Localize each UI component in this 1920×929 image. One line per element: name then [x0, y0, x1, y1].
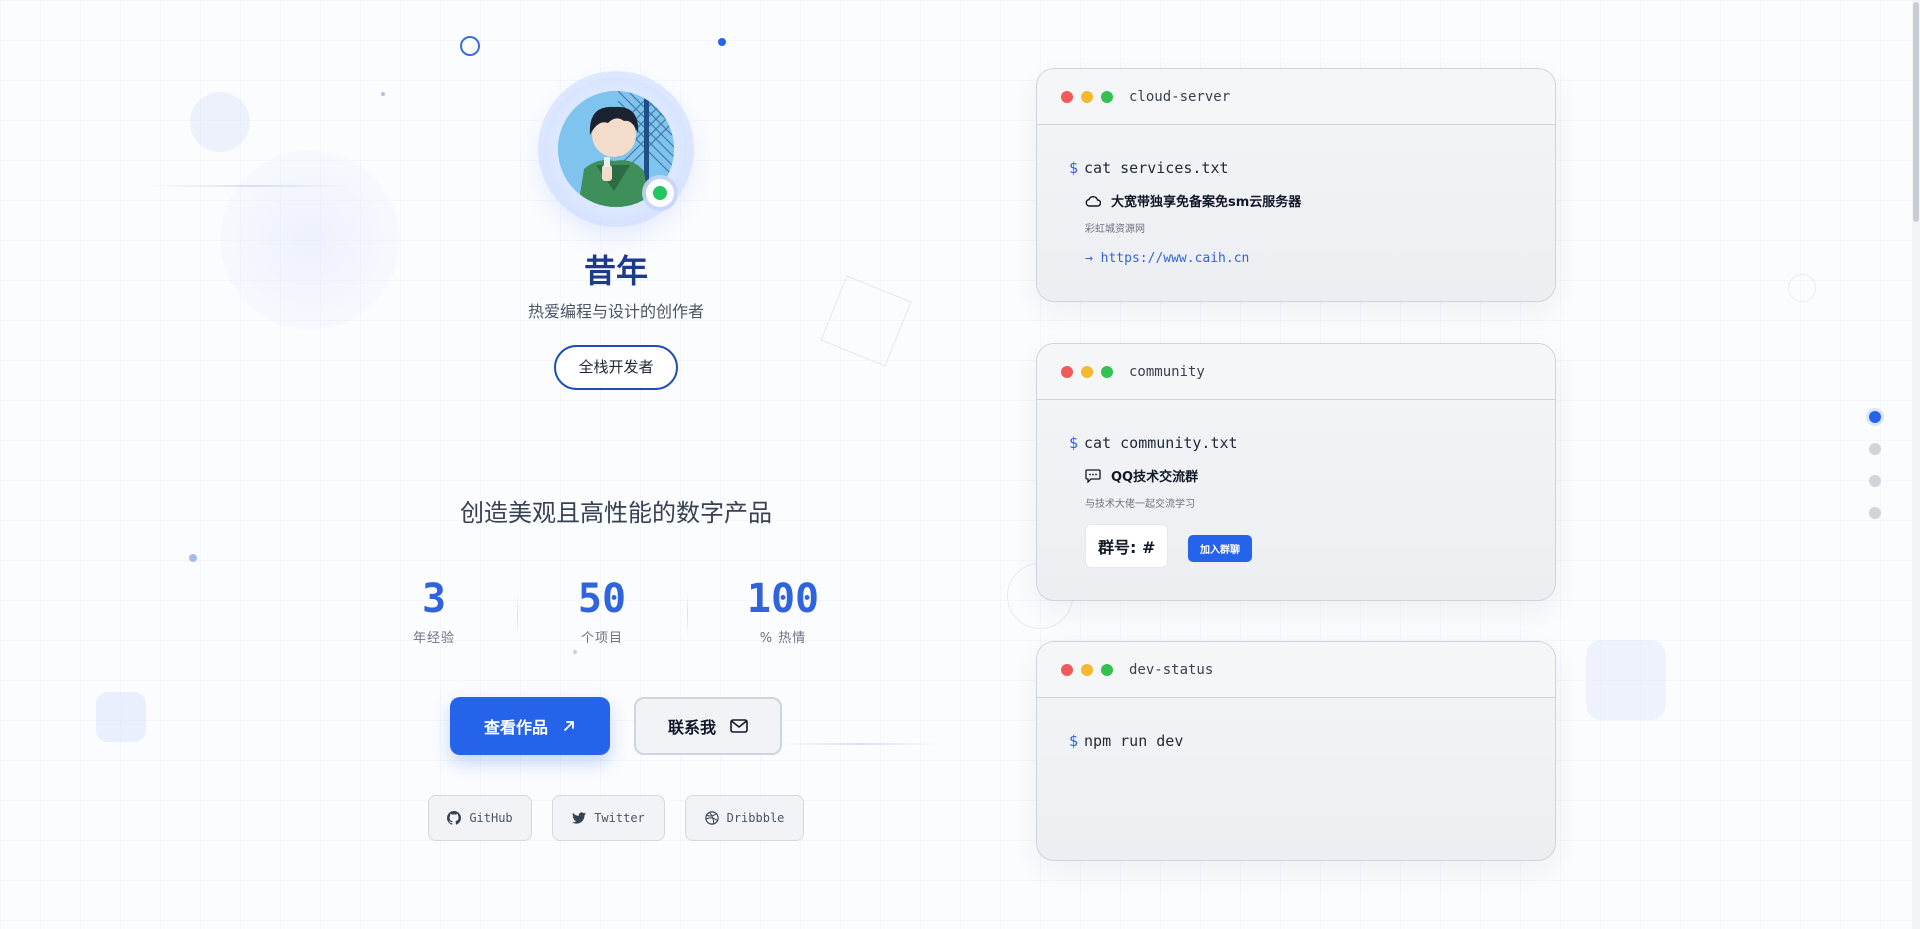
prompt-symbol: $ — [1069, 159, 1079, 177]
online-status-icon — [646, 179, 674, 207]
chat-bubble-icon — [1085, 468, 1101, 483]
stat-value: 100 — [746, 576, 820, 622]
cloud-server-terminal: cloud-server $ cat services.txt 大宽带独享免备案免… — [1036, 68, 1556, 302]
profile-tagline: 热爱编程与设计的创作者 — [527, 302, 704, 321]
qq-group-subtitle: 与技术大佬一起交流学习 — [1085, 499, 1195, 510]
terminal-command: cat community.txt — [1084, 434, 1238, 452]
join-group-button[interactable]: 加入群聊 — [1188, 535, 1253, 562]
section-dot-2[interactable] — [1869, 443, 1881, 455]
minimize-dot-icon[interactable] — [1081, 663, 1093, 676]
contact-me-button[interactable]: 联系我 — [634, 697, 782, 755]
link-arrow-icon: → — [1085, 251, 1093, 266]
maximize-dot-icon[interactable] — [1101, 663, 1113, 676]
arrow-up-right-icon — [564, 721, 574, 731]
profile-name: 昔年 — [583, 252, 648, 290]
service-subtitle: 彩虹城资源网 — [1085, 224, 1145, 235]
terminal-command: npm run dev — [1084, 732, 1184, 750]
terminal-title: community — [1129, 363, 1205, 380]
close-dot-icon[interactable] — [1061, 663, 1073, 676]
stat-label: 年经验 — [412, 631, 455, 646]
prompt-symbol: $ — [1069, 434, 1079, 452]
close-dot-icon[interactable] — [1061, 365, 1073, 378]
mail-icon — [730, 719, 748, 733]
stat-label: % 热情 — [759, 631, 807, 646]
section-dot-1[interactable] — [1869, 411, 1881, 423]
view-works-label: 查看作品 — [483, 718, 548, 737]
terminal-command-line: $ npm run dev — [1069, 732, 1523, 750]
terminal-header: community — [1037, 344, 1555, 400]
service-link[interactable]: → https://www.caih.cn — [1085, 251, 1523, 266]
section-dot-3[interactable] — [1869, 475, 1881, 487]
qq-group-title-row: QQ技术交流群 — [1085, 466, 1523, 485]
qq-group-title: QQ技术交流群 — [1111, 470, 1199, 485]
contact-me-label: 联系我 — [667, 718, 716, 737]
minimize-dot-icon[interactable] — [1081, 365, 1093, 378]
terminal-command-line: $ cat community.txt — [1069, 434, 1523, 452]
dribbble-link[interactable]: Dribbble — [685, 795, 804, 841]
stat-value: 50 — [577, 576, 627, 622]
twitter-link[interactable]: Twitter — [552, 795, 665, 841]
github-icon — [447, 811, 462, 825]
stat-label: 个项目 — [580, 631, 623, 646]
service-title: 大宽带独享免备案免sm云服务器 — [1111, 195, 1302, 210]
github-label: GitHub — [469, 811, 513, 825]
terminal-title: cloud-server — [1129, 88, 1231, 105]
twitter-label: Twitter — [594, 811, 645, 825]
service-url[interactable]: https://www.caih.cn — [1101, 251, 1250, 266]
cloud-icon — [1085, 195, 1101, 207]
view-works-button[interactable]: 查看作品 — [450, 697, 610, 755]
service-title-row: 大宽带独享免备案免sm云服务器 — [1085, 191, 1523, 210]
maximize-dot-icon[interactable] — [1101, 365, 1113, 378]
stat-projects: 50 个项目 — [562, 577, 642, 646]
prompt-symbol: $ — [1069, 732, 1079, 750]
avatar-frame — [544, 77, 688, 221]
group-number: 群号: # — [1085, 524, 1169, 568]
dribbble-icon — [704, 811, 719, 825]
stat-years: 3 年经验 — [394, 577, 474, 646]
terminal-header: cloud-server — [1037, 69, 1555, 125]
github-link[interactable]: GitHub — [428, 795, 532, 841]
scrollbar[interactable] — [1912, 0, 1920, 929]
scrollbar-thumb[interactable] — [1913, 2, 1919, 222]
stat-passion: 100 % 热情 — [738, 577, 828, 646]
terminal-header: dev-status — [1037, 642, 1555, 698]
role-badge: 全栈开发者 — [554, 345, 678, 390]
dev-status-terminal: dev-status $ npm run dev — [1036, 641, 1556, 861]
stat-divider — [517, 590, 518, 638]
section-dot-4[interactable] — [1869, 507, 1881, 519]
terminal-title: dev-status — [1129, 661, 1214, 678]
minimize-dot-icon[interactable] — [1081, 90, 1093, 103]
community-terminal: community $ cat community.txt QQ技术交流群 与技术… — [1036, 343, 1556, 601]
stat-value: 3 — [421, 576, 447, 622]
terminal-command: cat services.txt — [1084, 159, 1229, 177]
maximize-dot-icon[interactable] — [1101, 90, 1113, 103]
dribbble-label: Dribbble — [726, 811, 785, 825]
close-dot-icon[interactable] — [1061, 90, 1073, 103]
twitter-icon — [572, 812, 587, 824]
terminal-command-line: $ cat services.txt — [1069, 159, 1523, 177]
stat-divider — [687, 590, 688, 638]
headline: 创造美观且高性能的数字产品 — [460, 499, 772, 527]
